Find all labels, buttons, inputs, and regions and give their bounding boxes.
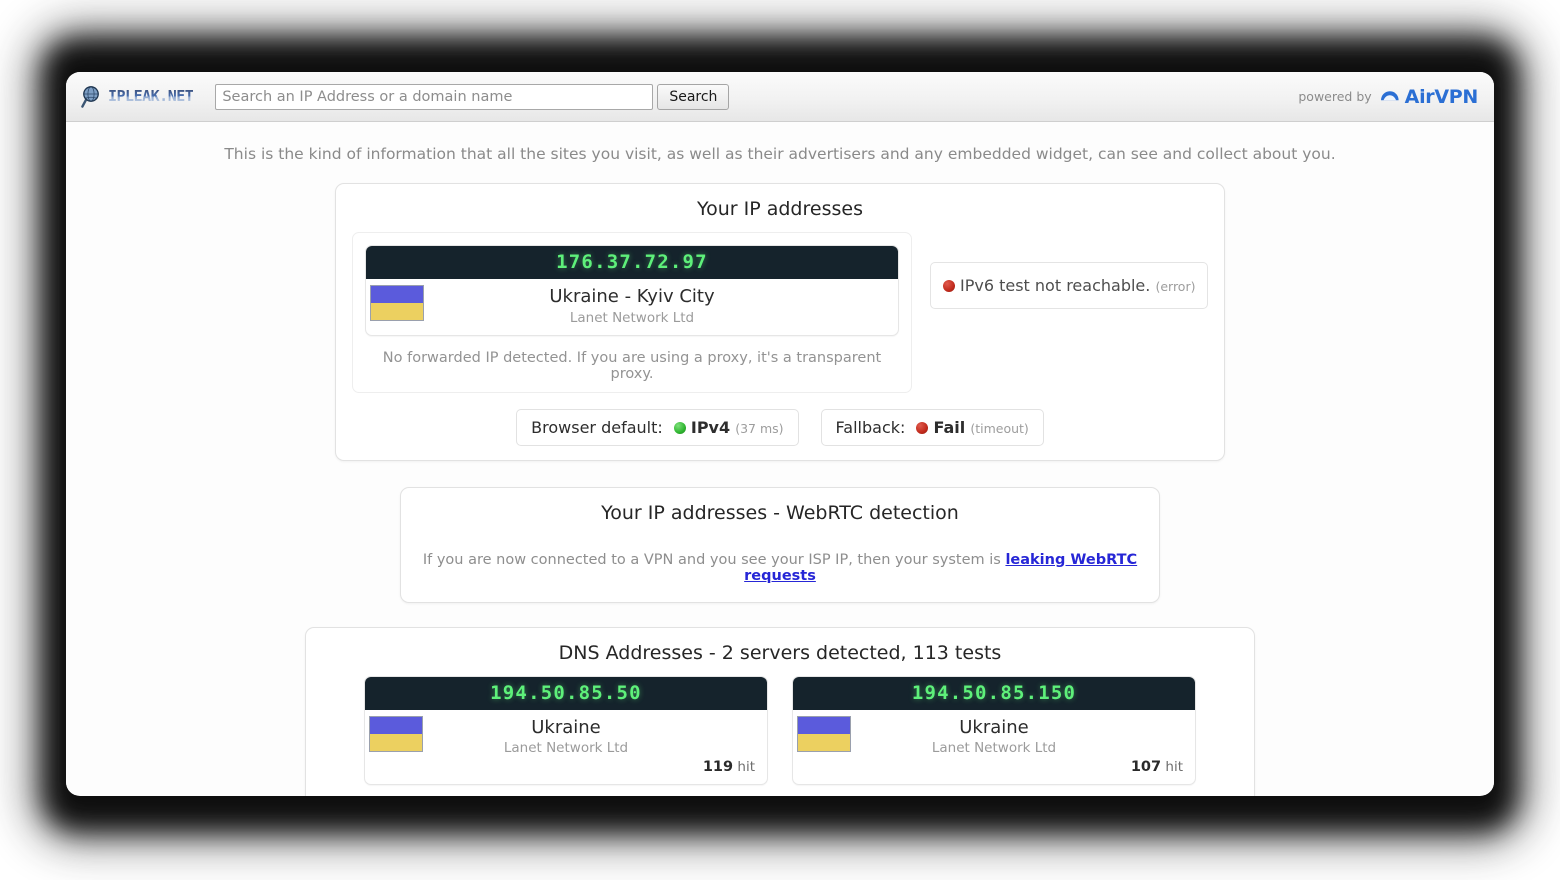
dns-server-box-2[interactable]: 194.50.85.150 Ukraine Lanet Network Ltd … — [792, 675, 1196, 785]
forwarded-ip-note: No forwarded IP detected. If you are usi… — [382, 349, 882, 382]
dns-server-country: Ukraine — [959, 716, 1029, 738]
browser-window: IPLEAK.NET Search powered by AirVPN — [66, 72, 1494, 796]
browser-default-detail: (37 ms) — [735, 420, 784, 436]
dns-server-item: 194.50.85.150 Ukraine Lanet Network Ltd … — [792, 675, 1196, 785]
site-logo-text: IPLEAK.NET — [108, 87, 194, 105]
dns-server-hits: 119 hit — [377, 759, 755, 775]
airvpn-brand-text: AirVPN — [1404, 85, 1479, 108]
powered-by-airvpn[interactable]: powered by AirVPN — [1298, 86, 1478, 108]
ukraine-flag-icon — [370, 285, 424, 321]
fallback-label: Fallback: — [835, 417, 906, 437]
dns-server-hit-label: hit — [737, 759, 755, 775]
dns-server-isp: Lanet Network Ltd — [503, 740, 629, 756]
webrtc-note-text: If you are now connected to a VPN and yo… — [422, 551, 1006, 568]
primary-ip-isp: Lanet Network Ltd — [569, 309, 695, 326]
browser-default-pill: Browser default: IPv4 (37 ms) — [516, 408, 799, 446]
webrtc-note: If you are now connected to a VPN and yo… — [401, 536, 1159, 588]
status-dot-green-icon — [673, 421, 686, 434]
ipv6-panel: IPv6 test not reachable. (error) — [930, 232, 1209, 309]
dns-server-hit-count: 119 — [702, 759, 734, 775]
status-dot-red-icon — [916, 421, 929, 434]
intro-text: This is the kind of information that all… — [224, 145, 1336, 163]
dns-server-country: Ukraine — [531, 716, 601, 738]
dns-server-hit-label: hit — [1165, 759, 1183, 775]
dns-server-address: 194.50.85.50 — [365, 676, 767, 710]
fallback-value: Fail — [933, 417, 966, 437]
connection-pill-row: Browser default: IPv4 (37 ms) Fallback: … — [336, 408, 1224, 446]
dns-server-details: Ukraine Lanet Network Ltd 107 hit — [793, 710, 1195, 785]
primary-ip-details: Ukraine - Kyiv City Lanet Network Ltd — [366, 279, 898, 335]
search-button[interactable]: Search — [657, 83, 730, 110]
airvpn-cloud-icon — [1379, 87, 1401, 107]
primary-ip-address: 176.37.72.97 — [366, 246, 898, 279]
fallback-detail: (timeout) — [970, 420, 1029, 436]
status-dot-red-icon — [943, 280, 955, 292]
dns-server-details: Ukraine Lanet Network Ltd 119 hit — [365, 710, 767, 785]
airvpn-brand: AirVPN — [1379, 86, 1478, 108]
primary-ip-panel: 176.37.72.97 Ukraine - Kyiv City Lanet N… — [352, 232, 912, 393]
primary-ip-box[interactable]: 176.37.72.97 Ukraine - Kyiv City Lanet N… — [365, 245, 899, 336]
magnifier-globe-icon — [80, 84, 106, 110]
dns-addresses-card: DNS Addresses - 2 servers detected, 113 … — [305, 626, 1255, 796]
search-input[interactable] — [215, 83, 654, 110]
powered-by-label: powered by — [1298, 89, 1372, 104]
dns-card-title: DNS Addresses - 2 servers detected, 113 … — [558, 641, 1002, 664]
dns-server-box-1[interactable]: 194.50.85.50 Ukraine Lanet Network Ltd 1… — [364, 675, 768, 785]
site-logo[interactable]: IPLEAK.NET — [80, 84, 194, 110]
ip-card-body: 176.37.72.97 Ukraine - Kyiv City Lanet N… — [336, 232, 1224, 393]
ipv6-status-text: IPv6 test not reachable. — [960, 276, 1151, 295]
browser-default-label: Browser default: — [531, 417, 663, 437]
dns-server-address: 194.50.85.150 — [793, 676, 1195, 710]
page-content: This is the kind of information that all… — [66, 122, 1494, 796]
ipv6-status-detail: (error) — [1155, 279, 1196, 294]
ukraine-flag-icon — [369, 715, 423, 752]
dns-note: If you are now connected to a VPN and be… — [306, 785, 1254, 796]
fallback-pill: Fallback: Fail (timeout) — [820, 408, 1044, 446]
dns-server-item: 194.50.85.50 Ukraine Lanet Network Ltd 1… — [364, 675, 768, 785]
primary-ip-country: Ukraine - Kyiv City — [549, 286, 715, 307]
webrtc-detection-card: Your IP addresses - WebRTC detection If … — [400, 486, 1160, 603]
search-form: Search — [215, 83, 730, 110]
dns-server-list: 194.50.85.50 Ukraine Lanet Network Ltd 1… — [306, 675, 1254, 785]
dns-server-hit-count: 107 — [1130, 759, 1162, 775]
dns-server-hits: 107 hit — [805, 759, 1183, 775]
ipv6-status: IPv6 test not reachable. (error) — [930, 262, 1209, 309]
ukraine-flag-icon — [797, 715, 851, 752]
dns-server-isp: Lanet Network Ltd — [931, 740, 1057, 756]
webrtc-card-title: Your IP addresses - WebRTC detection — [601, 501, 959, 524]
screenshot-canvas: IPLEAK.NET Search powered by AirVPN — [0, 0, 1560, 880]
your-ip-addresses-card: Your IP addresses 176.37.72.97 Ukraine -… — [335, 183, 1225, 461]
site-header: IPLEAK.NET Search powered by AirVPN — [66, 72, 1494, 122]
browser-default-value: IPv4 — [690, 417, 731, 437]
ip-card-title: Your IP addresses — [697, 198, 863, 220]
